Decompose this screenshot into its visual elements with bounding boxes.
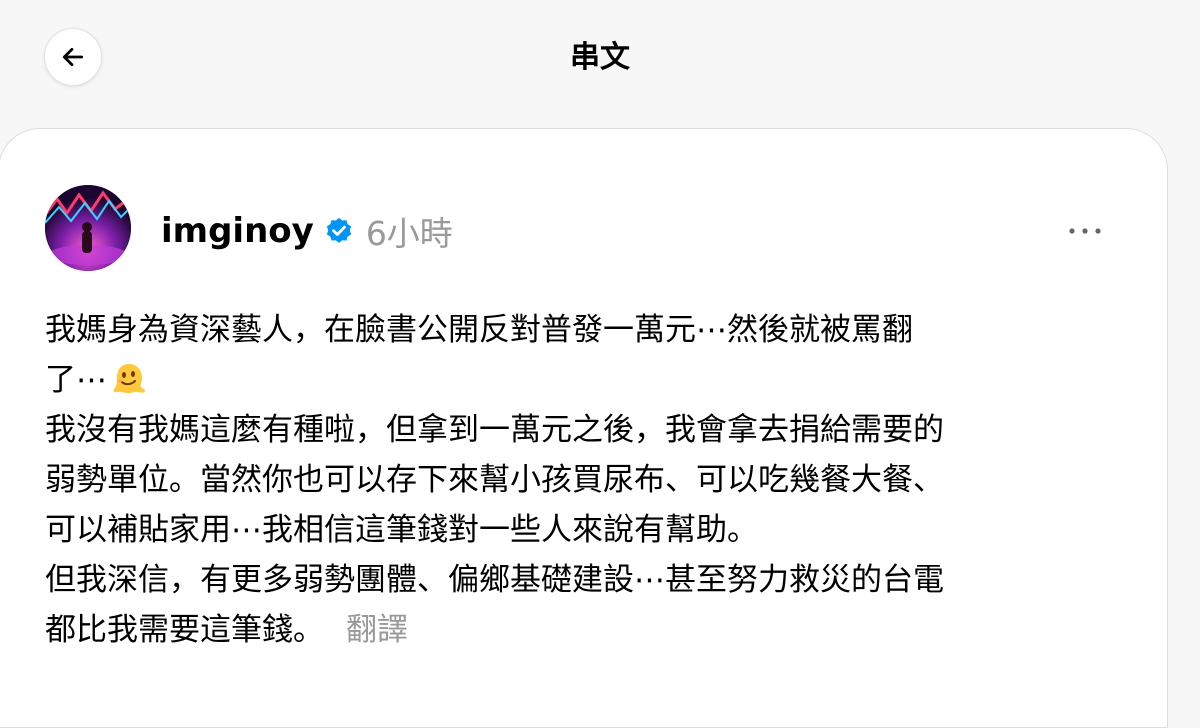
post-text: 我媽身為資深藝人，在臉書公開反對普發一萬元⋯然後就被罵翻 了⋯ 我沒有我媽這麼有… xyxy=(45,305,1115,655)
post-text-line: 都比我需要這筆錢。 翻譯 xyxy=(45,605,1115,655)
post-text-line: 了⋯ xyxy=(45,355,1115,405)
post-text-segment: 都比我需要這筆錢。 xyxy=(45,612,324,648)
page-title: 串文 xyxy=(570,40,630,75)
more-options-button[interactable] xyxy=(1063,213,1107,249)
translate-link[interactable]: 翻譯 xyxy=(346,612,408,648)
post-text-line: 弱勢單位。當然你也可以存下來幫小孩買尿布、可以吃幾餐大餐、 xyxy=(45,462,944,498)
post-header: imginoy 6小時 xyxy=(161,207,453,255)
avatar-image xyxy=(45,185,131,271)
post-text-line: 但我深信，有更多弱勢團體、偏鄉基礎建設⋯甚至努力救災的台電 xyxy=(45,562,944,598)
post-card: imginoy 6小時 我媽身為資深藝人，在臉書公開反對普發一萬元⋯然後就被罵翻… xyxy=(0,128,1168,728)
post-text-line: 我沒有我媽這麼有種啦，但拿到一萬元之後，我會拿去捐給需要的 xyxy=(45,412,944,448)
melting-face-emoji xyxy=(111,360,147,396)
top-bar: 串文 xyxy=(0,0,1200,110)
verified-badge-icon xyxy=(324,216,354,246)
post-text-line: 可以補貼家用⋯我相信這筆錢對一些人來說有幫助。 xyxy=(45,512,758,548)
username[interactable]: imginoy xyxy=(161,211,314,251)
post-text-segment: 了⋯ xyxy=(45,362,107,398)
avatar[interactable] xyxy=(45,185,131,271)
more-horizontal-icon xyxy=(1069,228,1101,234)
post-text-line: 我媽身為資深藝人，在臉書公開反對普發一萬元⋯然後就被罵翻 xyxy=(45,312,913,348)
timestamp: 6小時 xyxy=(365,214,453,253)
